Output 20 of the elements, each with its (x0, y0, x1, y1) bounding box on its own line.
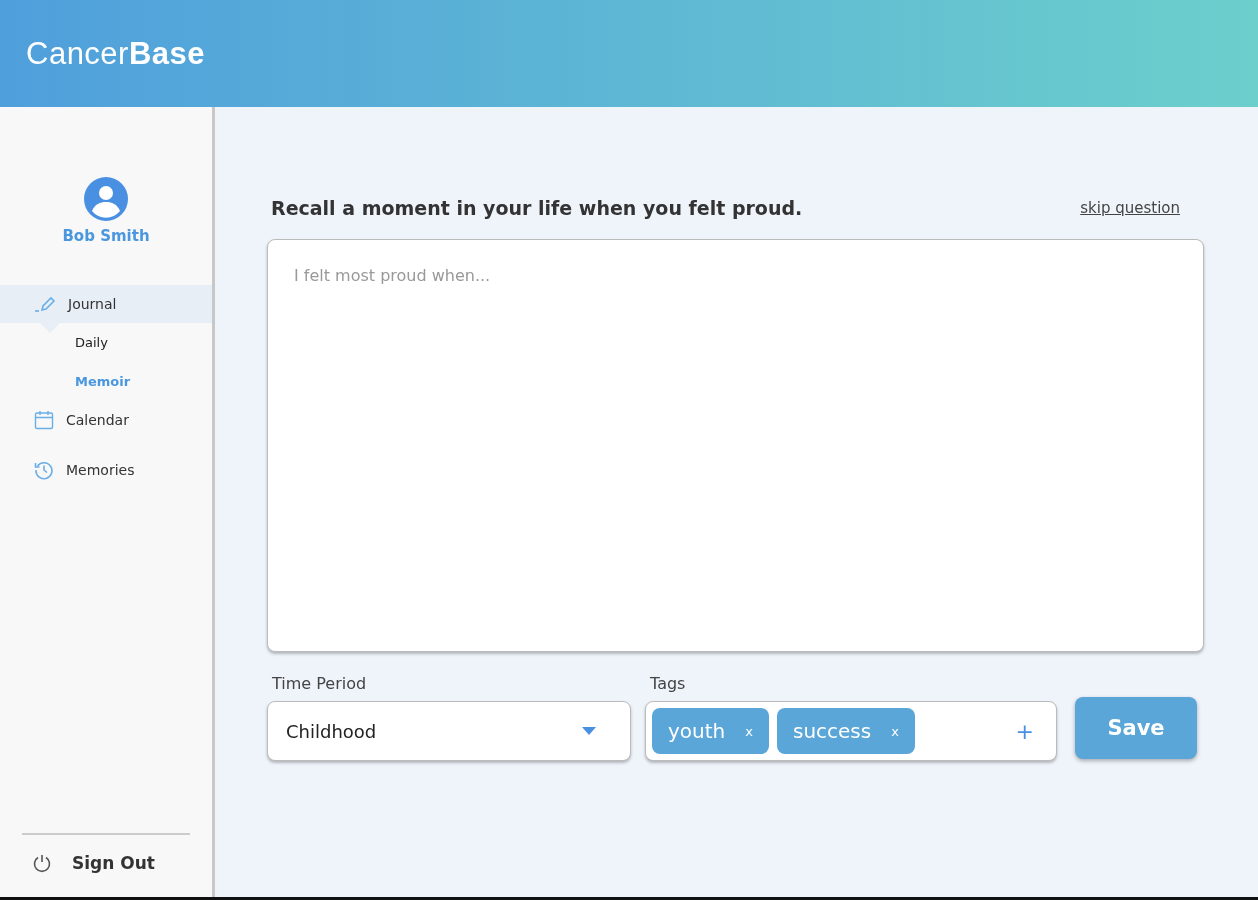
skip-question-link[interactable]: skip question (1080, 199, 1180, 217)
history-icon (34, 460, 54, 480)
time-period-label: Time Period (271, 674, 368, 693)
tags-label: Tags (649, 674, 687, 693)
sign-out-link[interactable]: Sign Out (72, 853, 155, 873)
pencil-icon (34, 296, 56, 312)
nav-item[interactable]: Calendar (0, 401, 212, 439)
tag-text: youth (668, 719, 726, 743)
power-icon[interactable] (32, 853, 52, 873)
nav-item[interactable]: Memories (0, 451, 212, 489)
tag-text: success (792, 719, 872, 743)
nav-subitem[interactable]: Daily (0, 323, 212, 362)
avatar-icon (84, 177, 128, 221)
journal-entry-field[interactable]: I felt most proud when... (267, 239, 1204, 652)
calendar-icon (34, 410, 54, 430)
logo: CancerBase (26, 35, 206, 72)
prompt-question: Recall a moment in your life when you felt proud. (271, 197, 803, 219)
time-period-dropdown[interactable]: Childhood (267, 701, 631, 761)
user-name: Bob Smith (62, 227, 150, 245)
caret-icon (582, 727, 596, 735)
